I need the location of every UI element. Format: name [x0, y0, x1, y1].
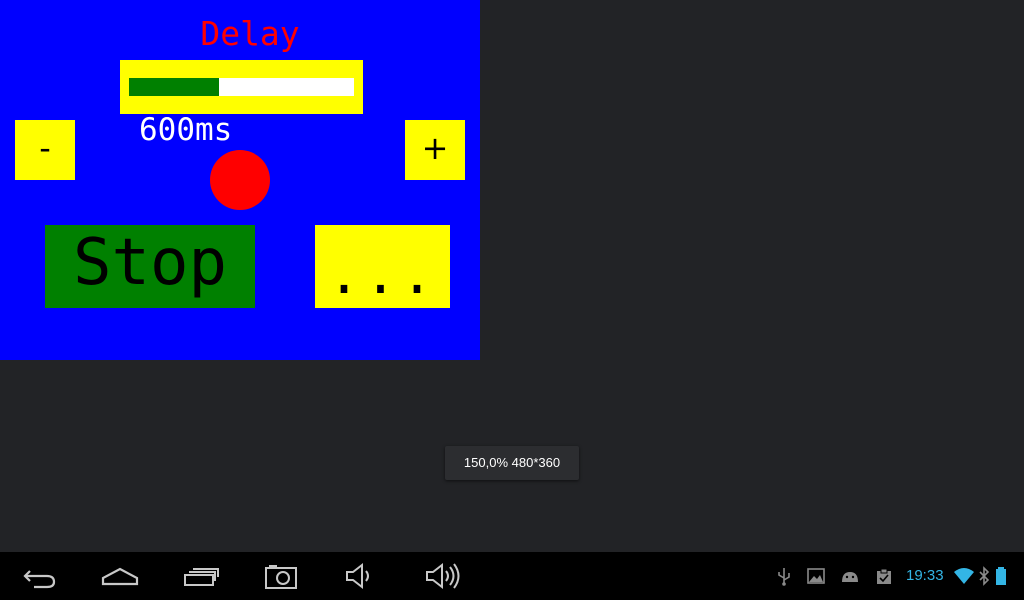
volume-down-icon[interactable]	[342, 560, 382, 592]
bluetooth-icon	[979, 566, 990, 586]
delay-value: 600ms	[139, 112, 233, 148]
increase-button[interactable]: +	[405, 120, 465, 180]
delay-slider[interactable]	[120, 60, 363, 114]
app-title: Delay	[200, 14, 300, 53]
wifi-icon	[954, 568, 974, 584]
home-icon[interactable]	[100, 560, 140, 592]
zoom-toast: 150,0% 480*360	[445, 446, 579, 480]
back-icon[interactable]	[20, 560, 60, 592]
battery-icon	[996, 567, 1006, 585]
decrease-button[interactable]: -	[15, 120, 75, 180]
screenshot-icon[interactable]	[262, 560, 302, 592]
gallery-icon	[807, 568, 825, 584]
slider-fill	[129, 78, 219, 96]
more-button[interactable]: ...	[315, 225, 450, 308]
status-clock: 19:33	[906, 567, 944, 584]
indicator-dot	[210, 150, 270, 210]
usb-icon	[778, 568, 790, 586]
volume-up-icon[interactable]	[422, 560, 462, 592]
app-canvas: Delay - 600ms + Stop ...	[0, 0, 480, 360]
android-debug-icon	[842, 572, 858, 582]
stop-button[interactable]: Stop	[45, 225, 255, 308]
slider-track	[129, 78, 354, 96]
navigation-bar: 19:33	[0, 552, 1024, 600]
recent-apps-icon[interactable]	[182, 560, 222, 592]
clipboard-icon	[877, 568, 891, 584]
